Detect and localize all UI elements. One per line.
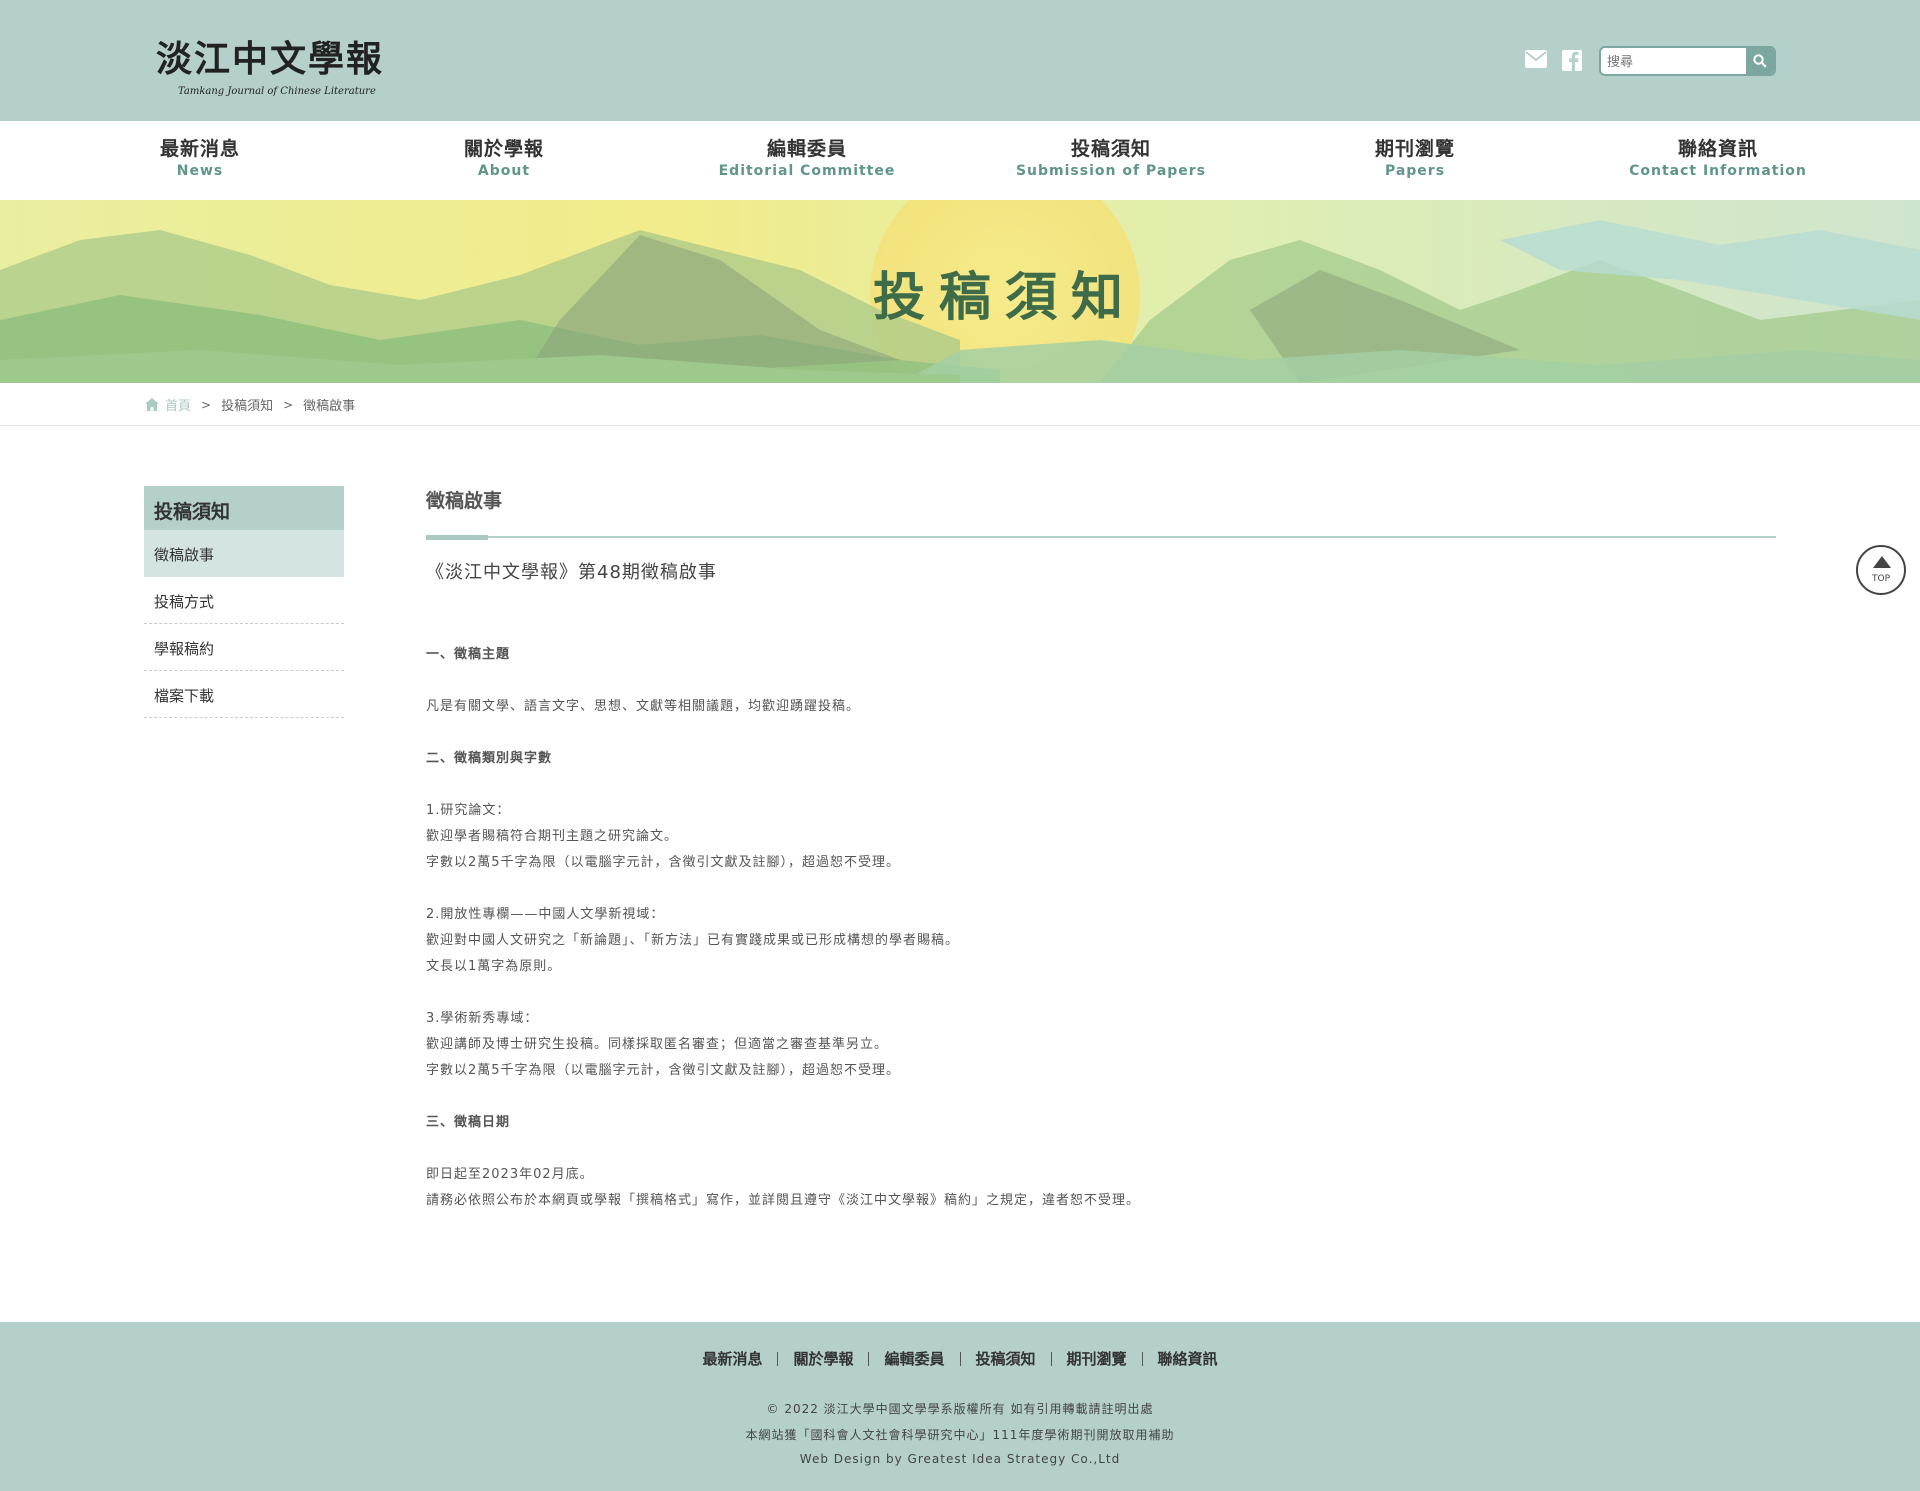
nav-label-cn: 期刊瀏覽 <box>1374 138 1455 160</box>
nav-item-contact[interactable]: 聯絡資訊 Contact Information <box>1598 137 1838 181</box>
nav-label-en: Submission of Papers <box>1015 163 1207 179</box>
section-heading: 一、徵稿主題 <box>426 647 511 662</box>
footer-link-papers[interactable]: 期刊瀏覽 <box>1052 1348 1142 1369</box>
search-box <box>1599 46 1776 76</box>
title-divider <box>426 535 1776 540</box>
main-content: 徵稿啟事 《淡江中文學報》第48期徵稿啟事 一、徵稿主題 凡是有關文學、語言文字… <box>426 486 1776 1214</box>
chevron-right-icon: > <box>283 397 294 412</box>
body-text: 即日起至2023年02月底。 <box>426 1167 594 1182</box>
nav-label-cn: 聯絡資訊 <box>1677 138 1758 160</box>
sidebar-title: 投稿須知 <box>144 486 344 530</box>
logo-chinese-title: 淡江中文學報 <box>156 38 385 80</box>
sidebar-item-call-for-papers[interactable]: 徵稿啟事 <box>144 530 344 577</box>
nav-label-en: Contact Information <box>1629 163 1807 179</box>
page-banner: 投稿須知 <box>0 200 1920 383</box>
sidebar-item-journal-terms[interactable]: 學報稿約 <box>144 624 344 671</box>
mail-icon[interactable] <box>1525 50 1547 70</box>
banner-title: 投稿須知 <box>872 267 1137 328</box>
home-icon <box>145 398 159 411</box>
footer-link-submission[interactable]: 投稿須知 <box>961 1348 1051 1369</box>
logo-english-title: Tamkang Journal of Chinese Literature <box>178 86 376 97</box>
arrow-up-icon <box>1873 556 1891 568</box>
body-text: 1.研究論文： <box>426 803 511 818</box>
nav-label-cn: 投稿須知 <box>1070 138 1151 160</box>
breadcrumb-item[interactable]: 投稿須知 <box>221 395 273 414</box>
body-text: 3.學術新秀專域： <box>426 1011 539 1026</box>
nav-label-cn: 關於學報 <box>463 138 544 160</box>
section-heading: 二、徵稿類別與字數 <box>426 751 553 766</box>
site-logo[interactable]: 淡江中文學報 Tamkang Journal of Chinese Litera… <box>156 30 396 97</box>
nav-item-papers[interactable]: 期刊瀏覽 Papers <box>1295 137 1535 181</box>
body-text: 字數以2萬5千字為限（以電腦字元計，含徵引文獻及註腳），超過恕不受理。 <box>426 1063 901 1078</box>
page-title: 徵稿啟事 <box>426 490 503 512</box>
nav-item-submission[interactable]: 投稿須知 Submission of Papers <box>991 137 1231 181</box>
site-footer: 最新消息 關於學報 編輯委員 投稿須知 期刊瀏覽 聯絡資訊 © 2022 淡江大… <box>0 1322 1920 1491</box>
footer-credit[interactable]: Web Design by Greatest Idea Strategy Co.… <box>0 1452 1920 1466</box>
body-text: 凡是有關文學、語言文字、思想、文獻等相關議題，均歡迎踴躍投稿。 <box>426 699 861 714</box>
footer-link-news[interactable]: 最新消息 <box>687 1348 777 1369</box>
search-button[interactable] <box>1746 48 1774 74</box>
body-text: 2.開放性專欄——中國人文學新視域： <box>426 907 665 922</box>
sidebar-item-file-download[interactable]: 檔案下載 <box>144 671 344 718</box>
main-nav: 最新消息 News 關於學報 About 編輯委員 Editorial Comm… <box>0 121 1920 200</box>
chevron-right-icon: > <box>201 397 212 412</box>
footer-nav: 最新消息 關於學報 編輯委員 投稿須知 期刊瀏覽 聯絡資訊 <box>0 1348 1920 1369</box>
breadcrumb-home[interactable]: 首頁 <box>165 395 191 414</box>
search-input[interactable] <box>1607 52 1745 72</box>
breadcrumb: 首頁 > 投稿須知 > 徵稿啟事 <box>0 383 1920 426</box>
body-text: 歡迎學者賜稿符合期刊主題之研究論文。 <box>426 829 679 844</box>
back-to-top-button[interactable]: TOP <box>1856 545 1906 595</box>
sidebar: 投稿須知 徵稿啟事 投稿方式 學報稿約 檔案下載 <box>144 486 344 718</box>
body-text: 歡迎對中國人文研究之「新論題」、「新方法」已有實踐成果或已形成構想的學者賜稿。 <box>426 933 960 948</box>
back-to-top-label: TOP <box>1871 574 1890 584</box>
body-text: 字數以2萬5千字為限（以電腦字元計，含徵引文獻及註腳），超過恕不受理。 <box>426 855 901 870</box>
search-icon <box>1753 54 1767 68</box>
nav-label-cn: 最新消息 <box>159 138 240 160</box>
body-text: 請務必依照公布於本網頁或學報「撰稿格式」寫作，並詳閱且遵守《淡江中文學報》稿約」… <box>426 1193 1141 1208</box>
footer-link-about[interactable]: 關於學報 <box>778 1348 868 1369</box>
nav-item-about[interactable]: 關於學報 About <box>384 137 624 181</box>
nav-label-en: News <box>176 163 224 179</box>
breadcrumb-current: 徵稿啟事 <box>303 399 356 414</box>
body-text: 歡迎講師及博士研究生投稿。同樣採取匿名審查；但適當之審查基準另立。 <box>426 1037 889 1052</box>
sidebar-item-submission-method[interactable]: 投稿方式 <box>144 577 344 624</box>
footer-copyright: © 2022 淡江大學中國文學學系版權所有 如有引用轉載請註明出處 <box>766 1402 1154 1416</box>
nav-label-cn: 編輯委員 <box>766 138 847 160</box>
nav-item-editorial-committee[interactable]: 編輯委員 Editorial Committee <box>687 137 927 181</box>
footer-link-editorial-committee[interactable]: 編輯委員 <box>869 1348 959 1369</box>
section-heading: 三、徵稿日期 <box>426 1115 511 1130</box>
facebook-icon[interactable] <box>1562 50 1582 71</box>
footer-link-contact[interactable]: 聯絡資訊 <box>1143 1348 1233 1369</box>
footer-grant-notice: 本網站獲「國科會人文社會科學研究中心」111年度學術期刊開放取用補助 <box>745 1428 1175 1442</box>
nav-label-en: About <box>477 163 531 179</box>
issue-title: 《淡江中文學報》第48期徵稿啟事 <box>426 562 717 583</box>
nav-label-en: Editorial Committee <box>718 163 896 179</box>
nav-item-news[interactable]: 最新消息 News <box>80 137 320 181</box>
nav-label-en: Papers <box>1384 163 1446 179</box>
body-text: 文長以1萬字為原則。 <box>426 959 562 974</box>
site-header: 淡江中文學報 Tamkang Journal of Chinese Litera… <box>0 0 1920 121</box>
